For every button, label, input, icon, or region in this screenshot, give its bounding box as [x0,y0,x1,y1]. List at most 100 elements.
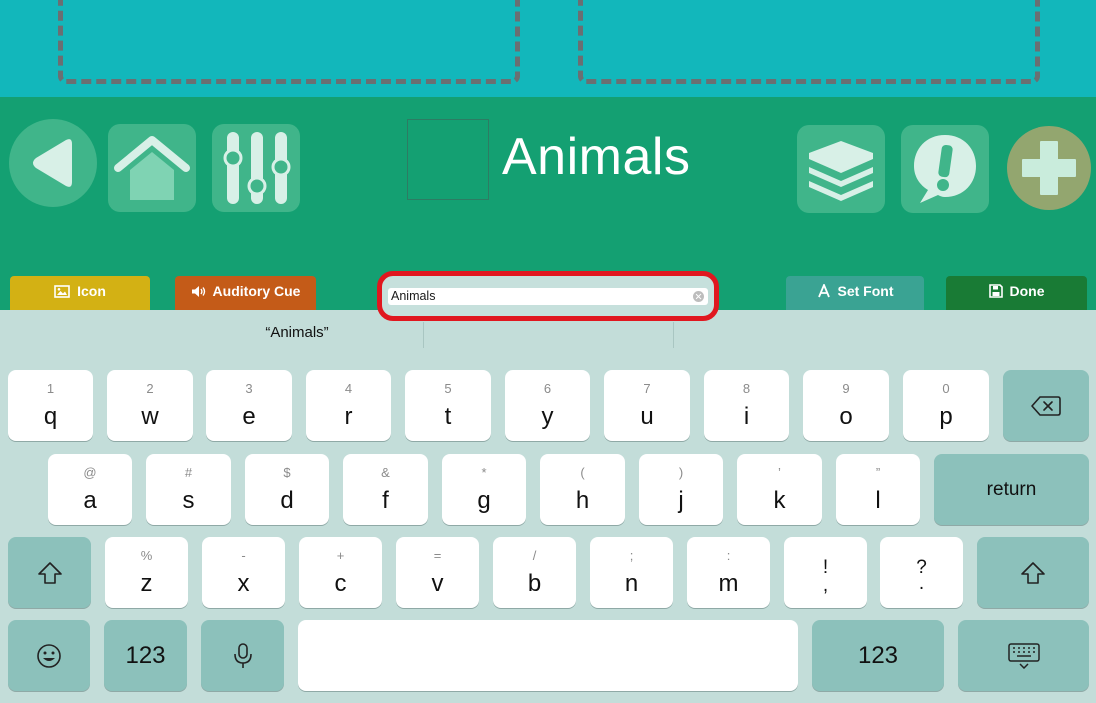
key-u[interactable]: 7u [604,370,690,441]
auditory-cue-button[interactable]: Auditory Cue [175,276,316,310]
key-alt: 1 [46,381,55,396]
key-alt: 7 [643,381,651,396]
shift-icon [37,561,62,584]
emoji-key[interactable] [8,620,90,691]
key-char: g [477,487,491,514]
key-exclaim-comma[interactable]: !, [784,537,867,608]
key-v[interactable]: = v [396,537,479,608]
key-alt: # [184,465,193,480]
key-alt: ( [580,465,585,480]
key-char: p [939,403,953,430]
key-s[interactable]: # s [146,454,231,525]
key-char: a [83,487,97,514]
shift-key-left[interactable] [8,537,91,608]
save-icon [988,284,1003,298]
layers-icon [809,141,873,201]
return-label: return [986,478,1037,500]
key-char: c [334,570,347,597]
key-char: s [182,487,195,514]
alert-button[interactable] [901,125,989,213]
settings-button[interactable] [212,124,300,212]
name-input[interactable]: Animals [388,288,708,305]
key-char: u [640,403,654,430]
key-e[interactable]: 3e [206,370,292,441]
key-n[interactable]: ; n [590,537,673,608]
key-char: b [527,570,542,597]
key-char: h [575,487,590,514]
key-l[interactable]: ” l [836,454,920,525]
hide-keyboard-key[interactable] [958,620,1089,691]
set-font-label: Set Font [837,283,894,299]
key-alt: 8 [742,381,751,396]
key-r[interactable]: 4r [306,370,391,441]
key-j[interactable]: ) j [639,454,723,525]
backspace-icon [1031,395,1061,416]
numbers-key-right[interactable]: 123 [812,620,944,691]
clear-icon[interactable] [693,291,704,302]
key-o[interactable]: 9o [803,370,889,441]
key-q[interactable]: 1q [8,370,93,441]
back-button[interactable] [9,119,97,207]
key-h[interactable]: (h [540,454,625,525]
key-z[interactable]: % z [105,537,188,608]
auditory-cue-label: Auditory Cue [212,283,301,299]
key-d[interactable]: $ d [245,454,329,525]
key-alt: 2 [146,381,154,396]
numbers-key-label: 123 [857,641,899,669]
key-alt: 5 [444,381,452,396]
key-alt: 6 [543,381,552,396]
key-char: d [280,487,294,514]
emoji-icon [37,643,61,668]
numbers-key-label: 123 [125,641,166,669]
set-font-button[interactable]: Set Font [786,276,924,310]
speaker-icon [191,285,205,297]
space-key[interactable] [298,620,798,691]
key-alt: 4 [344,381,353,396]
backspace-key[interactable] [1003,370,1089,441]
key-char: j [678,487,684,514]
key-char: n [624,570,639,597]
highlighted-name-field: Animals [377,271,719,321]
numbers-key-left[interactable]: 123 [104,620,187,691]
add-button[interactable] [1007,126,1091,210]
key-a[interactable]: @ a [48,454,132,525]
shift-key-right[interactable] [977,537,1089,608]
sliders-icon [223,132,291,204]
key-char: v [431,570,444,597]
key-m[interactable]: :m [687,537,770,608]
key-char: z [140,570,153,597]
key-char: w [141,403,159,430]
key-alt: 0 [942,381,950,396]
key-c[interactable]: + c [299,537,382,608]
key-question-period[interactable]: ?. [880,537,963,608]
key-alt: & [381,465,390,480]
key-char: f [382,487,389,514]
key-g[interactable]: * g [442,454,526,525]
key-alt: 9 [842,381,850,396]
key-t[interactable]: 5t [405,370,491,441]
key-w[interactable]: 2w [107,370,193,441]
key-alt: 3 [245,381,253,396]
key-char: t [444,403,452,430]
icon-button[interactable]: Icon [10,276,150,310]
key-alt: ” [875,465,881,480]
key-b[interactable]: / b [493,537,576,608]
icon-button-label: Icon [77,283,106,299]
key-char: o [839,403,853,430]
key-y[interactable]: 6y [505,370,590,441]
done-button[interactable]: Done [946,276,1087,310]
top-strip [0,0,1096,97]
home-button[interactable] [108,124,196,212]
key-k[interactable]: ’ k [737,454,822,525]
empty-slot-right[interactable] [578,0,1040,84]
layers-button[interactable] [797,125,885,213]
return-key[interactable]: return [934,454,1089,525]
key-f[interactable]: & f [343,454,428,525]
title-icon-placeholder[interactable] [407,119,489,200]
key-char: r [344,403,353,430]
key-i[interactable]: 8i [704,370,789,441]
dictation-key[interactable] [201,620,284,691]
key-p[interactable]: 0p [903,370,989,441]
key-x[interactable]: -x [202,537,285,608]
empty-slot-left[interactable] [58,0,520,84]
